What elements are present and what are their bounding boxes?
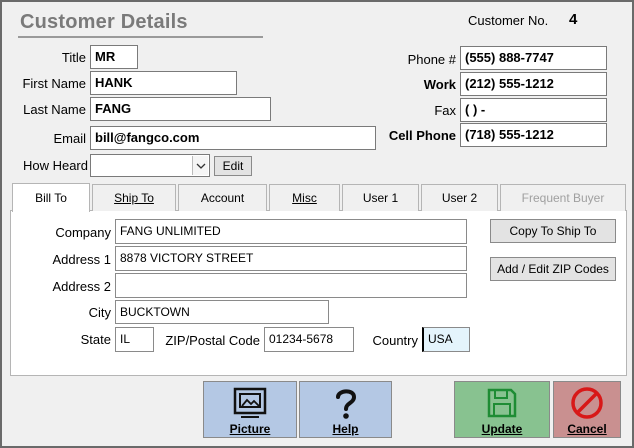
tab-user-1-label: User 1 (362, 191, 399, 205)
work-phone-field[interactable]: (212) 555-1212 (460, 72, 607, 96)
save-disk-icon (485, 386, 519, 420)
title-field[interactable]: MR (90, 45, 138, 69)
state-field[interactable]: IL (115, 327, 154, 352)
email-label: Email (53, 131, 86, 146)
copy-to-ship-to-button[interactable]: Copy To Ship To (490, 219, 616, 243)
tab-bill-to-label: Bill To (35, 191, 67, 205)
tab-misc-label: Misc (292, 191, 317, 205)
address-2-label: Address 2 (52, 279, 111, 294)
city-field[interactable]: BUCKTOWN (115, 300, 329, 324)
picture-button-label: Picture (229, 422, 271, 436)
country-field[interactable]: USA (422, 327, 470, 352)
cancel-button[interactable]: Cancel (553, 381, 621, 438)
fax-field[interactable]: ( ) - (460, 98, 607, 122)
tab-frequent-buyer-label: Frequent Buyer (521, 191, 605, 205)
tab-ship-to[interactable]: Ship To (92, 184, 176, 211)
tab-ship-to-label: Ship To (114, 191, 154, 205)
first-name-field[interactable]: HANK (90, 71, 237, 95)
address-1-field[interactable]: 8878 VICTORY STREET (115, 246, 467, 271)
cancel-button-label: Cancel (567, 422, 607, 436)
chevron-down-icon[interactable] (192, 156, 208, 175)
how-heard-dropdown[interactable] (90, 154, 210, 177)
customer-details-window: Customer Details Customer No. 4 Title MR… (0, 0, 634, 448)
page-title: Customer Details (20, 11, 188, 33)
last-name-label: Last Name (23, 102, 86, 117)
zip-field[interactable]: 01234-5678 (264, 327, 354, 352)
title-underline (18, 36, 263, 38)
tab-account[interactable]: Account (178, 184, 267, 211)
fax-label: Fax (434, 103, 456, 118)
work-label: Work (423, 77, 456, 92)
email-field[interactable]: bill@fangco.com (90, 126, 376, 150)
tab-bill-to[interactable]: Bill To (12, 183, 90, 212)
cell-phone-label: Cell Phone (388, 128, 456, 143)
picture-icon (232, 386, 268, 420)
first-name-label: First Name (22, 76, 86, 91)
country-label: Country (372, 333, 418, 348)
phone-label: Phone # (407, 52, 456, 67)
tab-frequent-buyer[interactable]: Frequent Buyer (500, 184, 626, 211)
tab-user-2-label: User 2 (441, 191, 478, 205)
how-heard-label: How Heard (22, 158, 88, 173)
tab-misc[interactable]: Misc (269, 184, 340, 211)
help-button-label: Help (332, 422, 359, 436)
city-label: City (88, 305, 111, 320)
add-edit-zip-codes-button[interactable]: Add / Edit ZIP Codes (490, 257, 616, 281)
tab-user-1[interactable]: User 1 (342, 184, 419, 211)
address-2-field[interactable] (115, 273, 467, 298)
cell-phone-field[interactable]: (718) 555-1212 (460, 123, 607, 147)
tab-account-label: Account (200, 191, 245, 205)
customer-no-value: 4 (569, 11, 578, 28)
company-field[interactable]: FANG UNLIMITED (115, 219, 467, 244)
company-label: Company (55, 225, 111, 240)
title-label: Title (61, 50, 86, 65)
add-edit-zip-codes-label: Add / Edit ZIP Codes (497, 262, 609, 276)
phone-field[interactable]: (555) 888-7747 (460, 46, 607, 70)
update-button-label: Update (481, 422, 523, 436)
help-button[interactable]: Help (299, 381, 392, 438)
last-name-field[interactable]: FANG (90, 97, 271, 121)
picture-button[interactable]: Picture (203, 381, 297, 438)
cancel-icon (570, 386, 604, 420)
customer-no-label: Customer No. (468, 13, 549, 28)
state-label: State (80, 332, 111, 347)
copy-to-ship-to-label: Copy To Ship To (509, 224, 597, 238)
update-button[interactable]: Update (454, 381, 550, 438)
question-mark-icon (331, 386, 361, 420)
edit-how-heard-button[interactable]: Edit (214, 156, 252, 176)
zip-label: ZIP/Postal Code (165, 333, 260, 348)
tab-user-2[interactable]: User 2 (421, 184, 498, 211)
address-1-label: Address 1 (52, 252, 111, 267)
